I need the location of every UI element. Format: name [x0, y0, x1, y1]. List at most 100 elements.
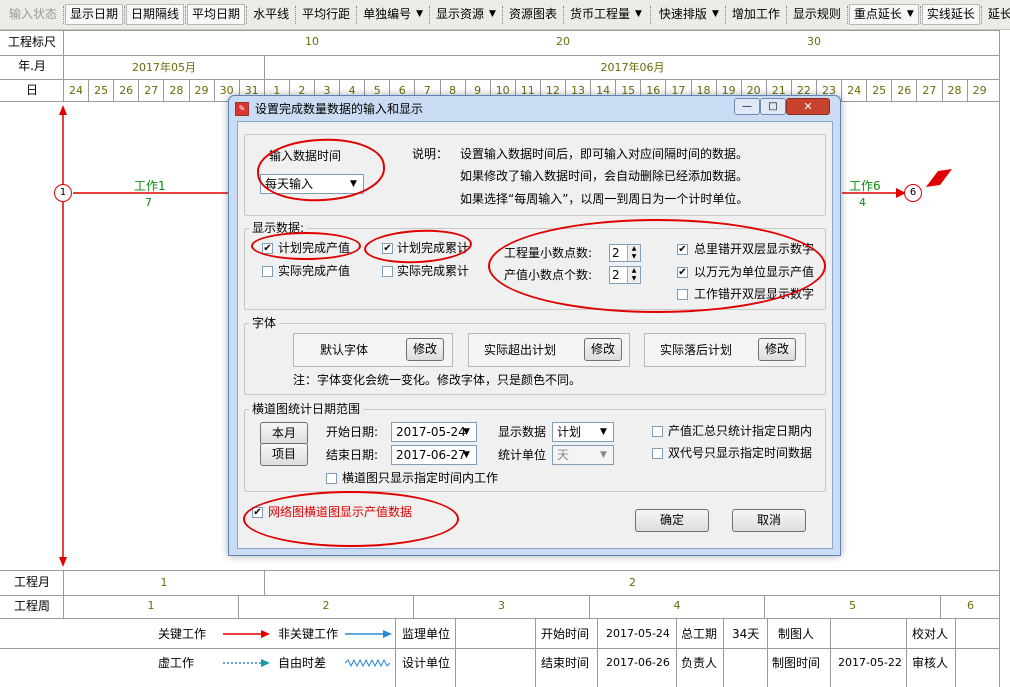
maximize-button[interactable]: □ — [760, 98, 786, 115]
value-sum-checkbox[interactable] — [652, 426, 663, 437]
legend-start-value: 2017-05-24 — [606, 627, 670, 640]
start-date-value: 2017-05-24 — [396, 425, 466, 439]
cancel-button[interactable]: 取消 — [732, 509, 806, 532]
legend-make-time-value: 2017-05-22 — [838, 656, 902, 669]
font-group-title: 字体 — [249, 315, 280, 331]
scale-mark-30: 30 — [807, 35, 821, 48]
toolbar-button-8[interactable]: 资源图表 — [504, 4, 562, 25]
legend-end-value: 2017-06-26 — [606, 656, 670, 669]
value-sum-label: 产值汇总只统计指定日期内 — [668, 424, 813, 438]
project-week-label: 工程周 — [13, 599, 50, 613]
toolbar-button-6[interactable]: 单独编号 ▼ — [358, 4, 428, 25]
end-date-value: 2017-06-27 — [396, 448, 466, 462]
project-week-5: 5 — [849, 599, 856, 612]
modify-default-font-button[interactable]: 修改 — [406, 338, 444, 361]
project-month-2: 2 — [629, 576, 636, 589]
legend-supervisor: 监理单位 — [402, 627, 451, 641]
ok-button[interactable]: 确定 — [635, 509, 709, 532]
scale-mark-10: 10 — [305, 35, 319, 48]
toolbar-button-label: 货币工程量 — [569, 7, 630, 21]
stat-unit-select[interactable]: 天 ▼ — [552, 445, 614, 465]
this-month-button[interactable]: 本月 — [260, 422, 308, 445]
show-data-select[interactable]: 计划 ▼ — [552, 422, 614, 442]
project-month-label: 工程月 — [13, 575, 50, 589]
note-line-2: 如果修改了输入数据时间，会自动删除已经添加数据。 — [460, 169, 749, 183]
chevron-down-icon: ▼ — [600, 450, 607, 460]
toolbar-button-9[interactable]: 货币工程量 ▼ — [565, 4, 647, 25]
actual-cum-checkbox[interactable] — [382, 266, 393, 277]
toolbar-button-3[interactable]: 平均日期 — [187, 4, 246, 25]
toolbar-separator — [724, 5, 726, 24]
bar-range-label: 横道图只显示指定时间内工作 — [342, 471, 499, 485]
toolbar-button-label: 平均日期 — [192, 7, 241, 21]
chevron-down-icon: ▼ — [600, 427, 607, 437]
toolbar-button-0[interactable]: 输入状态 — [4, 4, 62, 25]
toolbar-separator — [429, 5, 431, 24]
legend-critical: 关键工作 — [158, 627, 207, 641]
legend-duration-value: 34天 — [732, 627, 760, 641]
toolbar-button-16[interactable]: 延长设置 — [983, 4, 1010, 25]
toolbar-button-5[interactable]: 平均行距 — [297, 4, 355, 25]
toolbar-button-label: 实线延长 — [926, 7, 975, 21]
toolbar-button-12[interactable]: 增加工作 — [727, 4, 785, 25]
actual-cum-label: 实际完成累计 — [397, 264, 470, 278]
dual-code-checkbox[interactable] — [652, 448, 663, 459]
toolbar-separator — [980, 5, 982, 24]
modify-behind-font-button[interactable]: 修改 — [758, 338, 796, 361]
start-date-picker[interactable]: 2017-05-24 ▼ — [391, 422, 477, 442]
legend-designer: 设计单位 — [402, 656, 451, 670]
toolbar-separator — [649, 5, 651, 24]
work6-duration: 4 — [859, 196, 866, 209]
stat-unit-label: 统计单位 — [498, 448, 547, 462]
legend-float: 自由时差 — [278, 656, 327, 670]
toolbar-separator — [785, 5, 787, 24]
project-week-4: 4 — [673, 599, 681, 612]
note-line-1: 设置输入数据时间后，即可输入对应间隔时间的数据。 — [460, 147, 749, 161]
day-cell: 27 — [916, 80, 941, 101]
default-font-label: 默认字体 — [320, 343, 369, 357]
project-week-1: 1 — [147, 599, 155, 612]
toolbar-button-label: 水平线 — [253, 7, 290, 21]
node-start[interactable]: 1 — [54, 184, 72, 202]
toolbar-button-label: 平均行距 — [302, 7, 351, 21]
toolbar-button-1[interactable]: 显示日期 — [65, 4, 124, 25]
legend-maker-label: 制图人 — [778, 627, 815, 641]
day-cell: 25 — [866, 80, 891, 101]
day-cell: 27 — [138, 80, 163, 101]
toolbar-separator — [501, 5, 503, 24]
legend-end-label: 结束时间 — [541, 656, 590, 670]
start-date-label: 开始日期: — [326, 425, 379, 439]
modify-over-font-button[interactable]: 修改 — [584, 338, 622, 361]
node-end[interactable]: 6 — [904, 184, 922, 202]
toolbar-button-15[interactable]: 实线延长 — [921, 4, 980, 25]
end-date-picker[interactable]: 2017-06-27 ▼ — [391, 445, 477, 465]
bar-range-checkbox[interactable] — [326, 473, 337, 484]
toolbar-separator — [63, 5, 65, 24]
chevron-down-icon: ▼ — [463, 427, 470, 437]
toolbar-button-label: 显示规则 — [792, 7, 841, 21]
settings-dialog: ✎ 设置完成数量数据的输入和显示 — □ ✕ 输入数据时间 每天输入 ▼ 说明： … — [228, 95, 841, 556]
legend-noncritical: 非关键工作 — [278, 627, 339, 641]
toolbar-button-2[interactable]: 日期隔线 — [126, 4, 185, 25]
toolbar-button-label: 显示资源 — [436, 7, 485, 21]
project-button[interactable]: 项目 — [260, 443, 308, 466]
toolbar-separator — [295, 5, 297, 24]
behind-font-label: 实际落后计划 — [660, 343, 733, 357]
minimize-button[interactable]: — — [734, 98, 760, 115]
actual-value-checkbox[interactable] — [262, 266, 273, 277]
work1-name[interactable]: 工作1 — [134, 178, 166, 194]
toolbar-button-14[interactable]: 重点延长 ▼ — [848, 4, 919, 25]
toolbar-button-13[interactable]: 显示规则 — [788, 4, 846, 25]
work6-name[interactable]: 工作6 — [849, 178, 881, 194]
toolbar-button-7[interactable]: 显示资源 ▼ — [431, 4, 501, 25]
project-month-1: 1 — [160, 576, 168, 589]
project-week-3: 3 — [498, 599, 505, 612]
critical-arrow-icon — [223, 630, 270, 638]
close-button[interactable]: ✕ — [786, 98, 830, 115]
dropdown-arrow-icon: ▼ — [906, 9, 914, 19]
toolbar-button-4[interactable]: 水平线 — [248, 4, 294, 25]
toolbar-button-11[interactable]: 快速排版 ▼ — [654, 4, 724, 25]
scale-label: 工程标尺 — [7, 35, 56, 49]
annotation-circle-network-value — [243, 491, 459, 547]
toolbar: 输入状态 显示日期 日期隔线 平均日期 水平线 平均行距 单独编号 ▼ 显示资源 ▼ 资源图表 货币工… — [0, 0, 1010, 30]
